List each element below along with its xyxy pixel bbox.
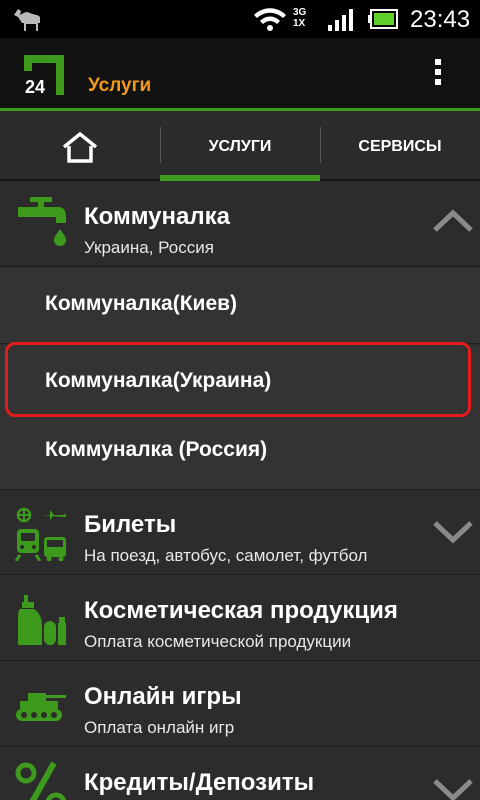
tank-icon xyxy=(16,693,66,721)
list-item-utilities-russia[interactable]: Коммуналка (Россия) xyxy=(0,414,480,490)
list-item-label: Коммуналка (Россия) xyxy=(45,438,268,461)
category-subtitle: Оплата онлайн игр xyxy=(84,718,235,737)
chevron-up-icon[interactable] xyxy=(432,208,474,234)
category-cosmetics[interactable]: Косметическая продукция Оплата косметиче… xyxy=(0,577,480,661)
category-title: Билеты xyxy=(84,511,177,538)
network-bottom-label: 1X xyxy=(293,18,306,29)
action-bar: 24 Услуги xyxy=(0,38,480,110)
category-title: Онлайн игры xyxy=(84,683,242,710)
menu-dot-icon xyxy=(435,79,441,85)
menu-dot-icon xyxy=(435,59,441,65)
category-subtitle: Украина, Россия xyxy=(84,238,214,257)
tab-bar: УСЛУГИ СЕРВИСЫ xyxy=(0,111,480,181)
category-title: Коммуналка xyxy=(84,203,230,230)
home-icon xyxy=(62,131,98,163)
logo-text: 24 xyxy=(25,77,45,97)
category-credits-deposits[interactable]: Кредиты/Депозиты xyxy=(0,749,480,800)
category-subtitle: Оплата косметической продукции xyxy=(84,632,352,651)
tab-tools-label: СЕРВИСЫ xyxy=(358,138,442,155)
privat24-logo: 24 xyxy=(22,53,66,97)
overflow-menu-button[interactable] xyxy=(428,56,448,96)
tab-selected-indicator xyxy=(160,175,320,181)
tab-home[interactable] xyxy=(0,111,160,181)
camel-icon xyxy=(14,9,40,31)
network-top-label: 3G xyxy=(293,7,307,18)
category-utilities[interactable]: Коммуналка Украина, Россия xyxy=(0,183,480,267)
tab-services-label: УСЛУГИ xyxy=(208,138,272,155)
list-item-utilities-ukraine[interactable]: Коммуналка(Украина) xyxy=(0,345,480,421)
page-title: Услуги xyxy=(88,75,152,96)
menu-dot-icon xyxy=(435,69,441,75)
battery-icon xyxy=(368,9,398,29)
category-subtitle: На поезд, автобус, самолет, футбол xyxy=(84,546,368,565)
chevron-down-icon[interactable] xyxy=(432,519,474,545)
tab-services[interactable]: УСЛУГИ xyxy=(160,111,320,181)
signal-icon xyxy=(328,9,353,31)
water-tap-icon xyxy=(18,197,66,246)
clock: 23:43 xyxy=(410,6,471,33)
status-bar: 3G 1X 23:43 xyxy=(0,0,480,38)
list-item-label: Коммуналка(Украина) xyxy=(45,369,272,392)
category-title: Кредиты/Депозиты xyxy=(84,769,315,796)
category-title: Косметическая продукция xyxy=(84,597,398,624)
percent-icon xyxy=(15,761,67,800)
category-online-games[interactable]: Онлайн игры Оплата онлайн игр xyxy=(0,663,480,747)
network-type: 3G 1X xyxy=(293,7,306,29)
cosmetics-icon xyxy=(18,595,66,645)
list-item-utilities-kyiv[interactable]: Коммуналка(Киев) xyxy=(0,268,480,344)
tab-tools[interactable]: СЕРВИСЫ xyxy=(320,111,480,181)
list-item-label: Коммуналка(Киев) xyxy=(45,292,238,315)
category-tickets[interactable]: Билеты На поезд, автобус, самолет, футбо… xyxy=(0,491,480,575)
wifi-icon xyxy=(254,8,286,31)
chevron-down-icon[interactable] xyxy=(432,777,474,800)
tickets-icon xyxy=(14,507,66,561)
